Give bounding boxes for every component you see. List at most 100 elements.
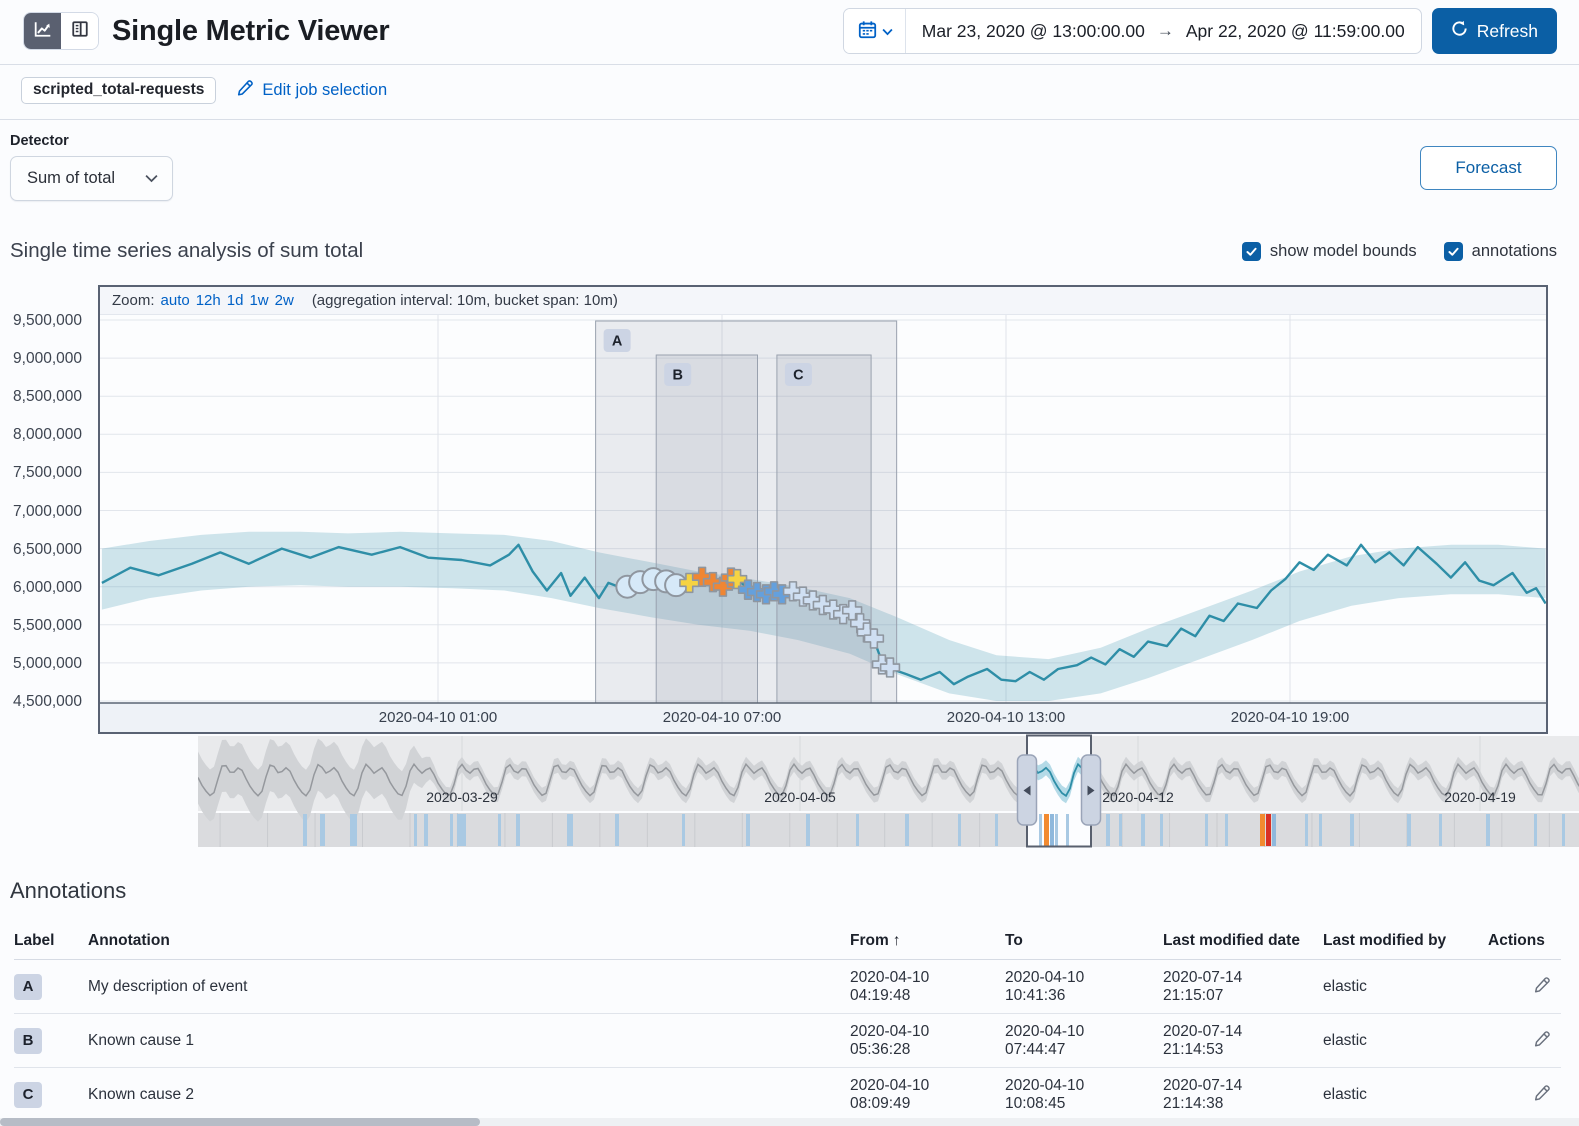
job-selection-bar: scripted_total-requests Edit job selecti… xyxy=(0,65,1579,119)
col-last-modified-date[interactable]: Last modified date xyxy=(1163,920,1323,960)
analysis-heading: Single time series analysis of sum total xyxy=(10,239,363,263)
annotation-label-badge: C xyxy=(14,1082,42,1108)
annotation-from: 2020-04-1008:09:49 xyxy=(850,1068,1005,1122)
annotations-heading: Annotations xyxy=(10,878,1557,904)
annotation-modified-date: 2020-07-1421:15:07 xyxy=(1163,960,1323,1014)
context-x-label: 2020-03-29 xyxy=(426,789,498,805)
end-date-button[interactable]: Apr 22, 2020 @ 11:59:00.00 xyxy=(1186,21,1405,42)
annotation-from: 2020-04-1005:36:28 xyxy=(850,1014,1005,1068)
annotation-to: 2020-04-1010:08:45 xyxy=(1005,1068,1163,1122)
sort-asc-icon: ↑ xyxy=(893,932,901,949)
brush-handle-right[interactable] xyxy=(1082,755,1101,825)
checkbox-checked-icon xyxy=(1242,242,1261,261)
annotations-table: Label Annotation From↑ To Last modified … xyxy=(14,920,1561,1122)
horizontal-scrollbar xyxy=(0,1118,1579,1126)
col-actions: Actions xyxy=(1488,920,1561,960)
col-last-modified-by[interactable]: Last modified by xyxy=(1323,920,1488,960)
checkbox-checked-icon xyxy=(1444,242,1463,261)
zoom-option-2w[interactable]: 2w xyxy=(275,292,294,309)
y-axis-label: 8,500,000 xyxy=(0,388,82,406)
annotation-to: 2020-04-1007:44:47 xyxy=(1005,1014,1163,1068)
context-chart-with-swimlane[interactable]: 2020-03-29 2020-04-05 2020-04-12 2020-04-19 xyxy=(198,734,1579,850)
y-axis-label: 5,000,000 xyxy=(0,655,82,673)
single-metric-viewer-toggle[interactable] xyxy=(24,13,61,49)
col-to[interactable]: To xyxy=(1005,920,1163,960)
y-axis-label: 4,500,000 xyxy=(0,693,82,711)
context-x-label: 2020-04-19 xyxy=(1444,789,1516,805)
annotation-modified-by: elastic xyxy=(1323,1068,1488,1122)
show-model-bounds-checkbox[interactable]: show model bounds xyxy=(1242,242,1417,261)
col-label[interactable]: Label xyxy=(14,920,88,960)
y-axis-label: 7,500,000 xyxy=(0,464,82,482)
focus-timeseries-chart[interactable]: ABC2020-04-10 01:002020-04-10 07:002020-… xyxy=(100,315,1546,732)
chart-zoom-bar: Zoom: auto 12h 1d 1w 2w (aggregation int… xyxy=(100,287,1546,315)
col-annotation[interactable]: Annotation xyxy=(88,920,850,960)
page-header: Single Metric Viewer Mar 23, 2020 @ 13:0… xyxy=(0,0,1579,64)
table-header-row: Label Annotation From↑ To Last modified … xyxy=(14,920,1561,960)
zoom-option-12h[interactable]: 12h xyxy=(196,292,221,309)
annotation-label-badge: A xyxy=(14,974,42,1000)
chevron-down-icon xyxy=(882,24,893,39)
annotation-label-badge: B xyxy=(14,1028,42,1054)
annotation-to: 2020-04-1010:41:36 xyxy=(1005,960,1163,1014)
col-from[interactable]: From↑ xyxy=(850,920,1005,960)
svg-text:B: B xyxy=(672,368,682,384)
y-axis-label: 7,000,000 xyxy=(0,503,82,521)
view-toggle-group xyxy=(24,13,98,49)
svg-text:C: C xyxy=(793,368,804,384)
annotations-section: Annotations Label Annotation From↑ To La… xyxy=(0,850,1579,1122)
explorer-layout-icon xyxy=(71,20,89,43)
zoom-option-auto[interactable]: auto xyxy=(161,292,190,309)
y-axis-labels: 9,500,000 9,000,000 8,500,000 8,000,000 7,50… xyxy=(0,315,90,732)
brush-handle-left[interactable] xyxy=(1018,755,1037,825)
annotation-modified-by: elastic xyxy=(1323,1014,1488,1068)
y-axis-label: 6,000,000 xyxy=(0,579,82,597)
x-axis-label: 2020-04-10 01:00 xyxy=(379,709,497,726)
x-axis-label: 2020-04-10 07:00 xyxy=(663,709,781,726)
y-axis-label: 5,500,000 xyxy=(0,617,82,635)
edit-annotation-button[interactable] xyxy=(1531,974,1553,999)
edit-annotation-button[interactable] xyxy=(1531,1082,1553,1107)
x-axis-label: 2020-04-10 19:00 xyxy=(1231,709,1349,726)
y-axis-label: 8,000,000 xyxy=(0,426,82,444)
calendar-icon xyxy=(858,20,877,42)
table-row-annotation-B[interactable]: B Known cause 1 2020-04-1005:36:28 2020-… xyxy=(14,1014,1561,1068)
detector-section: Detector Sum of total Forecast xyxy=(0,120,1579,201)
job-id-badge[interactable]: scripted_total-requests xyxy=(21,77,216,104)
date-range-arrow: → xyxy=(1157,21,1174,41)
anomaly-explorer-toggle[interactable] xyxy=(61,13,98,49)
annotation-text: Known cause 1 xyxy=(88,1014,850,1068)
horizontal-scrollbar-thumb[interactable] xyxy=(0,1118,480,1126)
annotation-modified-date: 2020-07-1421:14:53 xyxy=(1163,1014,1323,1068)
x-axis-label: 2020-04-10 13:00 xyxy=(947,709,1065,726)
annotation-text: Known cause 2 xyxy=(88,1068,850,1122)
start-date-button[interactable]: Mar 23, 2020 @ 13:00:00.00 xyxy=(922,21,1145,42)
context-x-label: 2020-04-12 xyxy=(1102,789,1174,805)
edit-annotation-button[interactable] xyxy=(1531,1028,1553,1053)
line-chart-icon xyxy=(34,20,52,43)
pencil-icon xyxy=(236,79,254,102)
annotation-boxes xyxy=(596,321,897,703)
annotation-text: My description of event xyxy=(88,960,850,1014)
context-x-label: 2020-04-05 xyxy=(764,789,836,805)
y-axis-label: 9,500,000 xyxy=(0,312,82,330)
analysis-heading-row: Single time series analysis of sum total… xyxy=(0,239,1579,263)
zoom-option-1w[interactable]: 1w xyxy=(249,292,268,309)
refresh-button[interactable]: Refresh xyxy=(1432,8,1557,54)
refresh-icon xyxy=(1451,20,1468,42)
detector-select[interactable]: Sum of total xyxy=(10,156,173,201)
y-axis-label: 9,000,000 xyxy=(0,350,82,368)
page-title: Single Metric Viewer xyxy=(112,15,390,48)
annotation-from: 2020-04-1004:19:48 xyxy=(850,960,1005,1014)
focus-chart-frame: Zoom: auto 12h 1d 1w 2w (aggregation int… xyxy=(98,285,1548,734)
annotation-modified-date: 2020-07-1421:14:38 xyxy=(1163,1068,1323,1122)
timeseries-chart-area: 9,500,0009,000,0008,500,0008,000,0007,50… xyxy=(98,285,1548,850)
forecast-button[interactable]: Forecast xyxy=(1420,146,1557,190)
zoom-option-1d[interactable]: 1d xyxy=(227,292,244,309)
y-axis-label: 6,500,000 xyxy=(0,541,82,559)
table-row-annotation-C[interactable]: C Known cause 2 2020-04-1008:09:49 2020-… xyxy=(14,1068,1561,1122)
quick-select-menu-button[interactable] xyxy=(844,9,906,53)
edit-job-selection-link[interactable]: Edit job selection xyxy=(236,79,387,102)
annotations-checkbox[interactable]: annotations xyxy=(1444,242,1557,261)
table-row-annotation-A[interactable]: A My description of event 2020-04-1004:1… xyxy=(14,960,1561,1014)
